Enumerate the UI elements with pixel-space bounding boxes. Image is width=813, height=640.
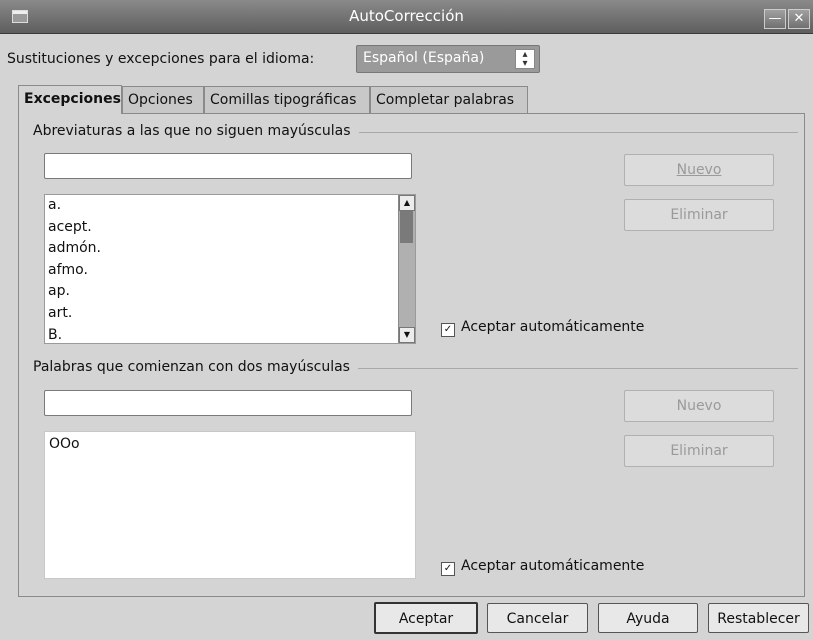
scrollbar-thumb[interactable] [400,211,413,243]
arrow-up-icon[interactable]: ▲ [399,195,415,211]
two-capitals-auto-accept[interactable]: ✓ Aceptar automáticamente [441,558,644,576]
spinner-icon[interactable]: ▴ ▾ [515,49,535,69]
exceptions-panel: Abreviaturas a las que no siguen mayúscu… [18,113,805,597]
new-abbreviation-button[interactable]: Nuevo [624,154,774,186]
list-item[interactable]: ap. [45,281,415,303]
checkmark-icon[interactable]: ✓ [441,562,455,576]
abbreviation-input[interactable] [44,153,412,179]
title-bar: AutoCorrección — ✕ [0,0,813,34]
list-item[interactable]: afmo. [45,260,415,282]
tab-excepciones[interactable]: Excepciones [18,85,122,114]
reset-button[interactable]: Restablecer [708,603,809,633]
abbreviations-items: a. acept. admón. afmo. ap. art. B. [45,195,415,343]
language-select-value: Español (España) [363,50,485,66]
abbreviations-list[interactable]: a. acept. admón. afmo. ap. art. B. ▲ ▼ [44,194,416,344]
delete-abbreviation-button[interactable]: Eliminar [624,199,774,231]
list-item[interactable]: acept. [45,217,415,239]
two-capitals-list[interactable]: OOo [44,431,416,579]
cancel-button[interactable]: Cancelar [487,603,588,633]
help-button[interactable]: Ayuda [598,603,698,633]
two-capitals-input[interactable] [44,390,412,416]
tab-completar-palabras[interactable]: Completar palabras [370,86,528,113]
list-item[interactable]: admón. [45,238,415,260]
language-select[interactable]: Español (España) ▴ ▾ [356,45,540,73]
close-icon[interactable]: ✕ [788,9,810,29]
list-item[interactable]: OOo [45,432,415,456]
abbreviations-auto-accept-label: Aceptar automáticamente [461,319,645,335]
list-scrollbar[interactable]: ▲ ▼ [398,195,415,343]
two-capitals-title: Palabras que comienzan con dos mayúscula… [33,359,358,375]
list-item[interactable]: B. [45,325,415,343]
new-word-button[interactable]: Nuevo [624,390,774,422]
tab-comillas-tipograficas[interactable]: Comillas tipográficas [204,86,370,113]
delete-word-button[interactable]: Eliminar [624,435,774,467]
tab-opciones[interactable]: Opciones [122,86,204,113]
minimize-icon[interactable]: — [764,9,786,29]
two-capitals-auto-accept-label: Aceptar automáticamente [461,558,645,574]
list-item[interactable]: art. [45,303,415,325]
language-label: Sustituciones y excepciones para el idio… [7,51,315,67]
accept-button[interactable]: Aceptar [374,602,478,634]
checkmark-icon[interactable]: ✓ [441,323,455,337]
list-item[interactable]: a. [45,195,415,217]
window-title: AutoCorrección [349,7,464,25]
arrow-down-icon[interactable]: ▼ [399,327,415,343]
abbreviations-auto-accept[interactable]: ✓ Aceptar automáticamente [441,319,644,337]
abbreviations-title: Abreviaturas a las que no siguen mayúscu… [33,123,359,139]
